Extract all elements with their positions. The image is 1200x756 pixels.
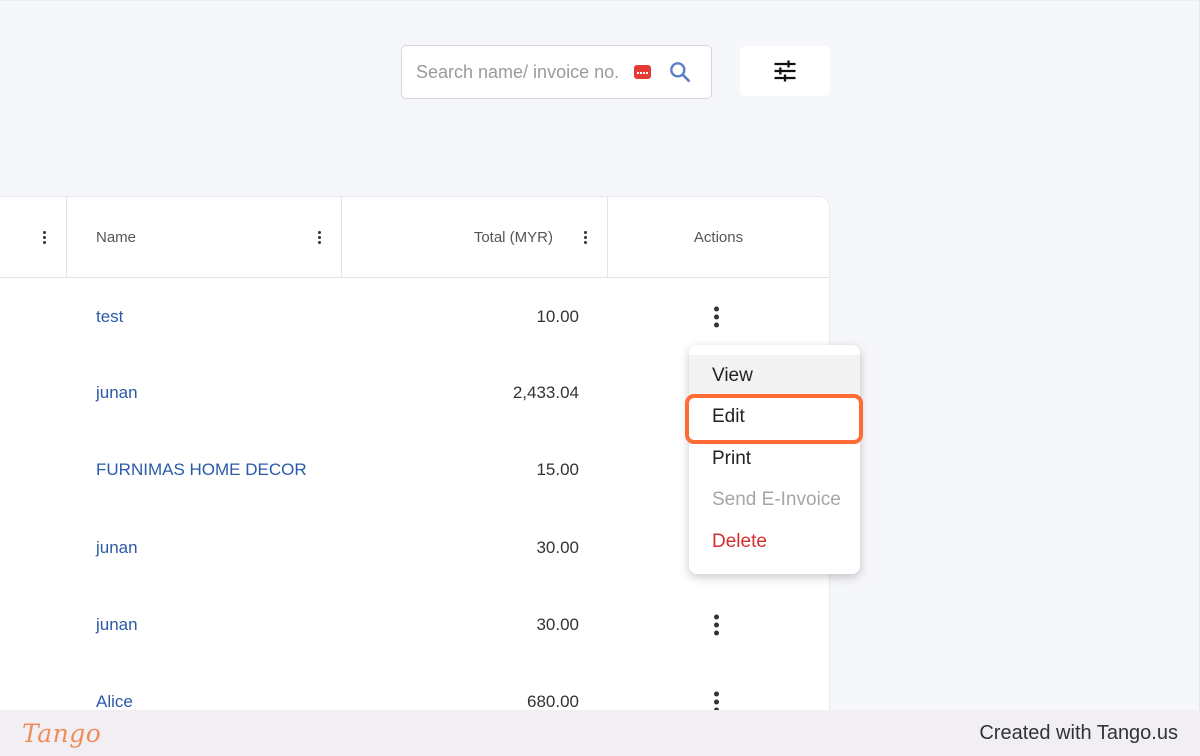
- tango-logo: Tango: [22, 718, 102, 748]
- customer-name-link[interactable]: junan: [96, 383, 138, 403]
- column-header-label: Total (MYR): [473, 229, 553, 246]
- total-amount: 10.00: [536, 306, 579, 326]
- column-header-hidden: [0, 197, 67, 278]
- step-highlight: [685, 394, 863, 444]
- customer-name-link[interactable]: junan: [96, 615, 138, 635]
- column-header-label: Name: [96, 229, 137, 246]
- menu-item-view[interactable]: View: [689, 355, 860, 397]
- menu-item-send-e-invoice: Send E-Invoice: [712, 489, 841, 511]
- filter-button[interactable]: [740, 46, 830, 96]
- total-amount: 680.00: [527, 691, 579, 711]
- more-vertical-icon[interactable]: [583, 231, 587, 244]
- column-header-label: Actions: [693, 229, 744, 246]
- table-header: Name Total (MYR) Actions: [0, 197, 829, 278]
- menu-item-print[interactable]: Print: [689, 438, 860, 480]
- more-vertical-icon[interactable]: [317, 231, 321, 244]
- more-vertical-icon[interactable]: [713, 306, 719, 327]
- customer-name-link[interactable]: test: [96, 307, 123, 327]
- footer: Tango Created with Tango.us: [0, 710, 1200, 756]
- search-box[interactable]: [401, 45, 712, 99]
- sliders-icon: [774, 60, 796, 82]
- more-vertical-icon[interactable]: [713, 691, 719, 711]
- search-icon[interactable]: [667, 59, 693, 85]
- table-row: test 10.00: [0, 278, 829, 355]
- table-row: Alice 680.00: [0, 663, 829, 711]
- more-vertical-icon[interactable]: [42, 231, 46, 244]
- search-input[interactable]: [416, 61, 632, 83]
- total-amount: 30.00: [536, 537, 579, 557]
- table-row: junan 30.00: [0, 586, 829, 663]
- footer-credit: Created with Tango.us: [979, 721, 1178, 744]
- column-header-name[interactable]: Name: [67, 197, 342, 278]
- app-frame: Name Total (MYR) Actions test 10.00 juna…: [0, 0, 1200, 711]
- column-header-total[interactable]: Total (MYR): [342, 197, 608, 278]
- customer-name-link[interactable]: junan: [96, 538, 138, 558]
- total-amount: 15.00: [536, 459, 579, 479]
- total-amount: 30.00: [536, 614, 579, 634]
- total-amount: 2,433.04: [512, 382, 579, 402]
- customer-name-link[interactable]: Alice: [96, 692, 133, 712]
- menu-item-delete[interactable]: Delete: [689, 521, 860, 563]
- more-vertical-icon[interactable]: [713, 614, 719, 635]
- keyboard-icon: [634, 65, 651, 79]
- column-header-actions: Actions: [608, 197, 829, 278]
- customer-name-link[interactable]: FURNIMAS HOME DECOR: [96, 460, 307, 480]
- row-actions-menu: View Edit Print Send E-Invoice Delete: [689, 345, 860, 574]
